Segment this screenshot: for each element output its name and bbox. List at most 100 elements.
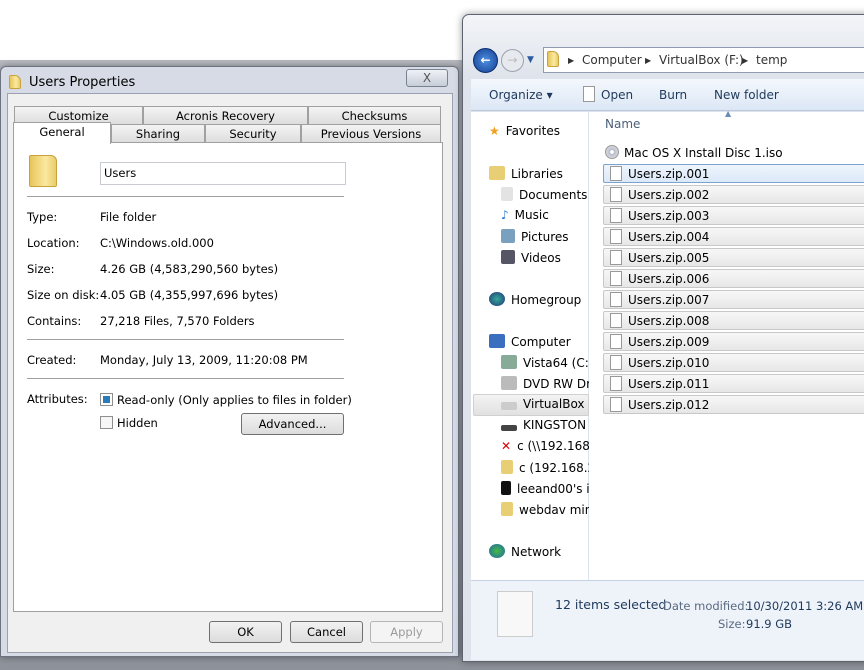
file-item[interactable]: Users.zip.007 <box>603 290 864 309</box>
tab-general[interactable]: General <box>13 122 111 144</box>
folder-icon <box>501 502 513 516</box>
nav-homegroup[interactable]: Homegroup <box>489 292 581 307</box>
size-on-disk-value: 4.05 GB (4,355,997,696 bytes) <box>100 288 279 302</box>
tab-acronis-recovery[interactable]: Acronis Recovery <box>143 106 308 125</box>
nav-documents[interactable]: Documents <box>501 187 587 202</box>
nav-computer[interactable]: Computer <box>489 334 571 349</box>
explorer-window: ← → ▼ ▶ Computer ▶ VirtualBox (F:) ▶ tem… <box>462 14 864 662</box>
file-name: Users.zip.001 <box>628 167 710 181</box>
nav-music[interactable]: ♪ Music <box>501 208 549 222</box>
usb-drive-icon <box>501 425 517 431</box>
nav-kingston-drive[interactable]: KINGSTON ( <box>501 418 589 432</box>
location-value: C:\Windows.old.000 <box>100 236 214 250</box>
file-name: Users.zip.005 <box>628 251 710 265</box>
new-folder-button[interactable]: New folder <box>714 88 779 102</box>
drive-icon <box>501 402 517 410</box>
file-item[interactable]: Users.zip.003 <box>603 206 864 225</box>
disconnected-drive-icon: ✕ <box>501 439 512 453</box>
file-item[interactable]: Users.zip.009 <box>603 332 864 351</box>
burn-button[interactable]: Burn <box>659 88 687 102</box>
file-item-iso[interactable]: Mac OS X Install Disc 1.iso <box>605 145 783 160</box>
videos-icon <box>501 250 515 264</box>
document-icon <box>610 250 622 265</box>
readonly-label: Read-only (Only applies to files in fold… <box>117 393 352 407</box>
open-button[interactable]: Open <box>601 88 633 102</box>
nav-virtualbox-drive[interactable]: VirtualBox (F:) <box>473 394 589 416</box>
file-item[interactable]: Users.zip.001 <box>603 164 864 183</box>
document-icon <box>610 208 622 223</box>
libraries-icon <box>489 166 505 180</box>
documents-icon <box>501 187 513 201</box>
nav-drive-c[interactable]: Vista64 (C:) <box>501 355 589 370</box>
readonly-checkbox[interactable] <box>100 393 113 406</box>
nav-iphone[interactable]: leeand00's iP <box>501 481 589 496</box>
breadcrumb-temp[interactable]: temp <box>756 53 787 67</box>
nav-network-drive-disconnected[interactable]: ✕ c (\\192.168. <box>501 439 589 453</box>
selection-count: 12 items selected <box>555 597 667 612</box>
tab-checksums[interactable]: Checksums <box>308 106 441 125</box>
ok-button[interactable]: OK <box>209 621 282 643</box>
file-item[interactable]: Users.zip.008 <box>603 311 864 330</box>
column-header-name[interactable]: Name <box>605 117 640 131</box>
hidden-checkbox[interactable] <box>100 416 113 429</box>
tab-previous-versions[interactable]: Previous Versions <box>301 124 441 143</box>
date-modified-label: Date modified: <box>663 599 749 613</box>
nav-libraries[interactable]: Libraries <box>489 166 563 181</box>
nav-favorites[interactable]: ★ Favorites <box>489 124 560 138</box>
chevron-right-icon: ▶ <box>568 56 575 65</box>
nav-webdav[interactable]: webdav min <box>501 502 589 517</box>
folder-name-input[interactable]: Users <box>100 162 346 185</box>
file-item[interactable]: Users.zip.012 <box>603 395 864 414</box>
disc-image-icon <box>605 145 619 159</box>
file-item[interactable]: Users.zip.010 <box>603 353 864 372</box>
sort-ascending-icon: ▲ <box>725 109 732 118</box>
nav-dvd-drive[interactable]: DVD RW Drive <box>501 376 589 391</box>
document-icon <box>583 86 595 102</box>
divider <box>27 339 344 340</box>
network-folder-icon <box>501 460 513 474</box>
file-name: Users.zip.004 <box>628 230 710 244</box>
breadcrumb-virtualbox[interactable]: VirtualBox (F:) <box>659 53 744 67</box>
file-item[interactable]: Users.zip.002 <box>603 185 864 204</box>
nav-network[interactable]: Network <box>489 544 561 559</box>
size-value: 91.9 GB <box>746 617 793 631</box>
nav-network-drive[interactable]: c (192.168.2. <box>501 460 589 475</box>
homegroup-icon <box>489 292 505 306</box>
address-bar[interactable]: ▶ Computer ▶ VirtualBox (F:) ▶ temp <box>543 47 864 73</box>
close-button[interactable]: X <box>406 69 448 87</box>
file-name: Users.zip.003 <box>628 209 710 223</box>
document-icon <box>610 376 622 391</box>
back-button[interactable]: ← <box>473 48 498 73</box>
advanced-button[interactable]: Advanced... <box>241 413 344 435</box>
file-name: Users.zip.009 <box>628 335 710 349</box>
file-item[interactable]: Users.zip.004 <box>603 227 864 246</box>
cancel-button[interactable]: Cancel <box>290 621 363 643</box>
chevron-right-icon: ▶ <box>742 56 749 65</box>
nav-pictures[interactable]: Pictures <box>501 229 569 244</box>
file-name: Users.zip.010 <box>628 356 710 370</box>
document-icon <box>610 292 622 307</box>
breadcrumb-computer[interactable]: Computer <box>582 53 642 67</box>
details-pane: 12 items selected Date modified: 10/30/2… <box>471 580 864 660</box>
file-item[interactable]: Users.zip.011 <box>603 374 864 393</box>
document-icon <box>610 397 622 412</box>
forward-button[interactable]: → <box>501 49 524 72</box>
attributes-label: Attributes: <box>27 392 88 406</box>
file-item[interactable]: Users.zip.006 <box>603 269 864 288</box>
dialog-title: Users Properties <box>29 75 136 90</box>
organize-button[interactable]: Organize ▾ <box>489 88 553 102</box>
document-icon <box>610 355 622 370</box>
folder-icon <box>9 75 21 89</box>
recent-pages-dropdown[interactable]: ▼ <box>527 55 534 65</box>
file-item[interactable]: Users.zip.005 <box>603 248 864 267</box>
document-icon <box>610 334 622 349</box>
created-label: Created: <box>27 353 77 367</box>
apply-button[interactable]: Apply <box>370 621 443 643</box>
nav-videos[interactable]: Videos <box>501 250 561 265</box>
tab-sharing[interactable]: Sharing <box>111 124 205 143</box>
dvd-drive-icon <box>501 376 517 390</box>
general-panel: Users Type: File folder Location: C:\Win… <box>13 142 443 612</box>
star-icon: ★ <box>489 124 500 138</box>
divider <box>27 196 344 197</box>
tab-security[interactable]: Security <box>205 124 301 143</box>
